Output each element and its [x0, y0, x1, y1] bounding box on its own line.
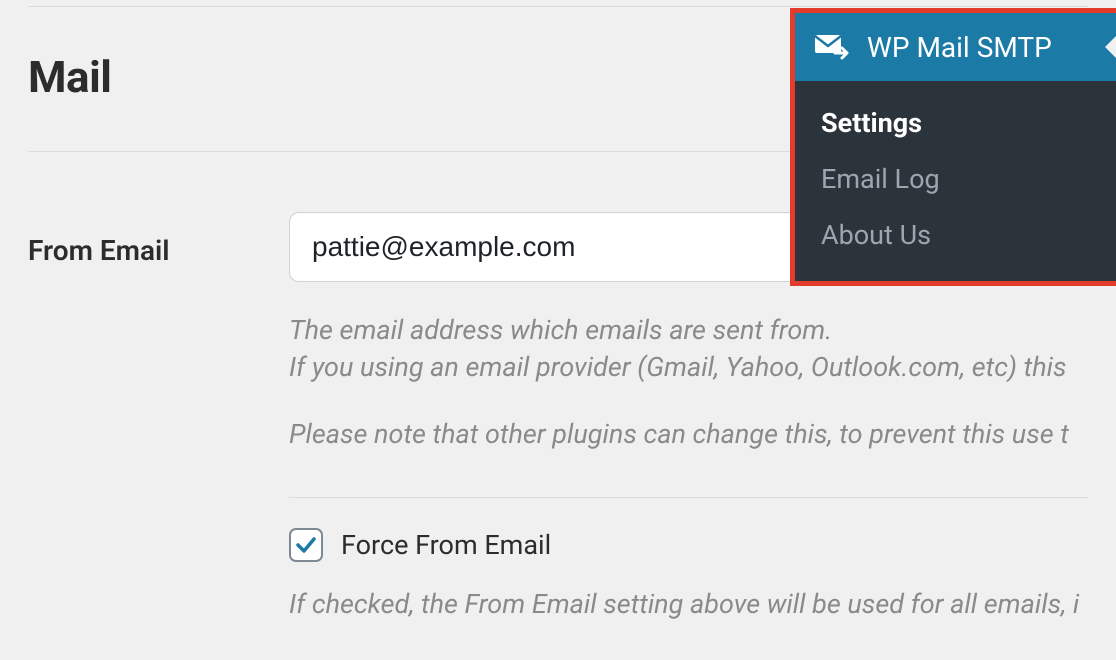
from-email-help-line3: Please note that other plugins can chang…: [289, 418, 1069, 450]
wp-mail-smtp-menu-header[interactable]: WP Mail SMTP: [795, 13, 1116, 81]
from-email-help-line2: If you using an email provider (Gmail, Y…: [289, 351, 1067, 383]
from-email-help-line1: The email address which emails are sent …: [289, 314, 832, 346]
top-divider: [28, 6, 1088, 7]
force-from-email-checkbox[interactable]: [289, 528, 323, 562]
submenu-item-email-log[interactable]: Email Log: [795, 151, 1116, 207]
help-divider: [289, 497, 1088, 498]
submenu-item-settings[interactable]: Settings: [795, 95, 1116, 151]
from-email-label: From Email: [28, 212, 289, 623]
force-from-email-help: If checked, the From Email setting above…: [289, 588, 1079, 620]
wp-mail-smtp-flyout: WP Mail SMTP Settings Email Log About Us: [790, 8, 1116, 286]
submenu-item-about-us[interactable]: About Us: [795, 207, 1116, 263]
mail-smtp-icon: [813, 29, 849, 65]
checkmark-icon: [294, 533, 318, 557]
force-from-email-label: Force From Email: [341, 529, 551, 561]
wp-mail-smtp-menu-title: WP Mail SMTP: [867, 31, 1052, 64]
flyout-notch-icon: [1105, 35, 1116, 59]
wp-mail-smtp-submenu: Settings Email Log About Us: [795, 81, 1116, 281]
